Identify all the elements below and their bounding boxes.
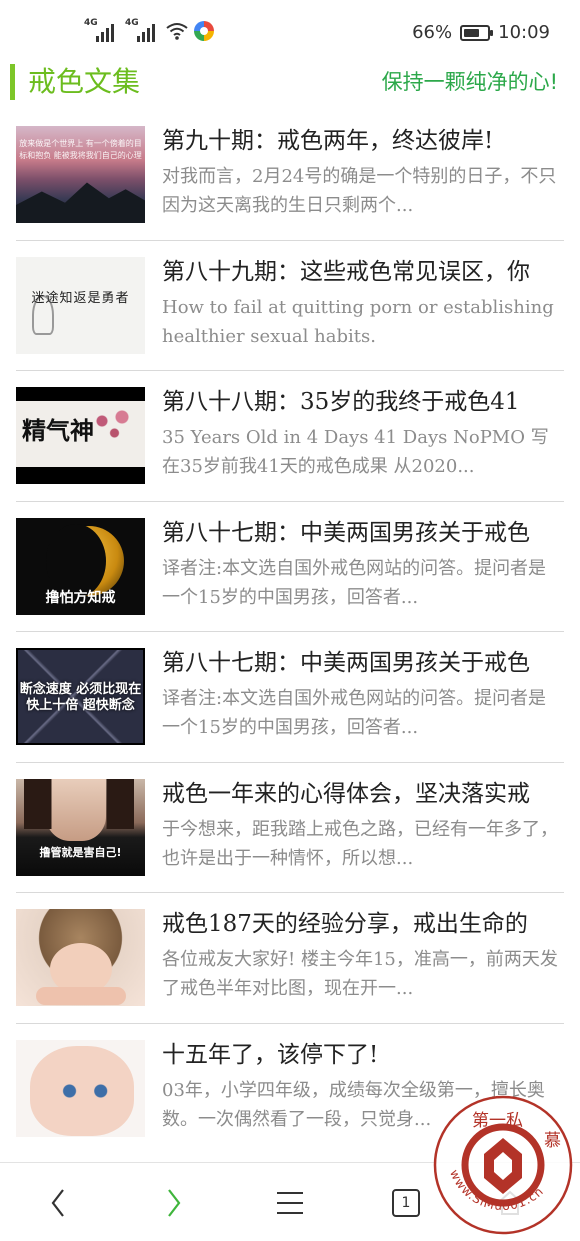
article-summary: 35 Years Old in 4 Days 41 Days NoPMO 写在3… (162, 427, 549, 477)
app-notification-icon (194, 21, 214, 41)
thumbnail-caption: 撸管就是害自己! (39, 845, 122, 859)
list-item[interactable]: 断念速度 必须比现在 快上十倍 超快断念 第八十七期：中美两国男孩关于戒色 译者… (16, 632, 564, 763)
article-title[interactable]: 第八十九期：这些戒色常见误区，你 (162, 255, 564, 289)
article-summary: 于今想来，距我踏上戒色之路，已经有一年多了，也许是出于一种情怀，所以想... (162, 818, 558, 869)
article-title[interactable]: 戒色一年来的心得体会，坚决落实戒 (162, 777, 564, 811)
header-accent-bar (10, 64, 15, 100)
article-thumbnail[interactable]: 精气神 (16, 387, 145, 484)
back-button[interactable] (18, 1163, 98, 1241)
status-bar: 4G 4G 66% 10:09 (0, 0, 580, 64)
tab-count-badge: 1 (392, 1188, 420, 1217)
status-left: 4G 4G (84, 18, 214, 42)
article-thumbnail[interactable]: 放来做是个世界上 有一个傍着的目标和抱负 能被我将我们自己的心理 (16, 126, 145, 223)
header-slogan: 保持一颗纯净的心! (381, 70, 558, 94)
thumbnail-caption: 断念速度 必须比现在 快上十倍 超快断念 (19, 682, 142, 713)
article-thumbnail[interactable]: 撸管就是害自己! (16, 778, 145, 876)
battery-percent: 66% (412, 22, 453, 43)
list-item[interactable]: 精气神 第八十八期：35岁的我终于戒色41 35 Years Old in 4 … (16, 371, 564, 502)
article-title[interactable]: 十五年了，该停下了! (162, 1038, 564, 1072)
thumbnail-caption: 迷途知返是勇者 (31, 290, 130, 306)
article-summary: How to fail at quitting porn or establis… (162, 296, 554, 347)
list-item[interactable]: 放来做是个世界上 有一个傍着的目标和抱负 能被我将我们自己的心理 第九十期：戒色… (16, 110, 564, 241)
watermark-seal: 第一私 慕 www.SiMuo01.cn (433, 1095, 573, 1235)
watermark-side-text: 慕 (544, 1131, 561, 1151)
article-thumbnail[interactable] (16, 1039, 145, 1137)
watermark-top-text: 第一私 (472, 1111, 523, 1131)
article-title[interactable]: 第八十八期：35岁的我终于戒色41 (162, 385, 564, 419)
network-type-label-2: 4G (125, 18, 139, 28)
article-summary: 对我而言，2月24号的确是一个特别的日子，不只因为这天离我的生日只剩两个... (162, 166, 557, 216)
page-title: 戒色文集 (28, 65, 141, 98)
clock: 10:09 (498, 22, 550, 43)
menu-icon (277, 1191, 303, 1214)
article-thumbnail[interactable] (16, 909, 145, 1006)
article-thumbnail[interactable]: 迷途知返是勇者 (16, 256, 145, 354)
thumbnail-caption: 精气神 (22, 416, 94, 445)
signal-icon: 4G (84, 18, 119, 42)
menu-button[interactable] (250, 1163, 330, 1241)
thumbnail-caption: 放来做是个世界上 有一个傍着的目标和抱负 能被我将我们自己的心理 (19, 139, 142, 160)
page-header: 戒色文集 保持一颗纯净的心! (0, 62, 580, 102)
list-item[interactable]: 撸怕方知戒 第八十七期：中美两国男孩关于戒色 译者注:本文选自国外戒色网站的问答… (16, 502, 564, 632)
list-item[interactable]: 撸管就是害自己! 戒色一年来的心得体会，坚决落实戒 于今想来，距我踏上戒色之路，… (16, 763, 564, 893)
article-summary: 各位戒友大家好! 楼主今年15，准高一，前两天发了戒色半年对比图，现在开一... (162, 949, 558, 999)
article-summary: 译者注:本文选自国外戒色网站的问答。提问者是一个15岁的中国男孩，回答者... (162, 557, 547, 608)
network-type-label: 4G (84, 18, 98, 28)
thumbnail-caption: 撸怕方知戒 (45, 589, 116, 606)
battery-icon (460, 24, 494, 41)
chevron-right-icon (168, 1188, 181, 1217)
status-right: 66% 10:09 (412, 22, 550, 43)
wifi-icon (166, 23, 188, 40)
list-item[interactable]: 戒色187天的经验分享，戒出生命的 各位戒友大家好! 楼主今年15，准高一，前两… (16, 893, 564, 1024)
article-title[interactable]: 第八十七期：中美两国男孩关于戒色 (162, 646, 564, 680)
forward-button[interactable] (134, 1163, 214, 1241)
article-thumbnail[interactable]: 撸怕方知戒 (16, 517, 145, 615)
chevron-left-icon (51, 1188, 64, 1217)
article-title[interactable]: 第九十期：戒色两年，终达彼岸! (162, 124, 564, 158)
article-list: 放来做是个世界上 有一个傍着的目标和抱负 能被我将我们自己的心理 第九十期：戒色… (16, 110, 564, 1154)
article-thumbnail[interactable]: 断念速度 必须比现在 快上十倍 超快断念 (16, 648, 145, 745)
article-title[interactable]: 戒色187天的经验分享，戒出生命的 (162, 907, 564, 941)
list-item[interactable]: 迷途知返是勇者 第八十九期：这些戒色常见误区，你 How to fail at … (16, 241, 564, 371)
article-title[interactable]: 第八十七期：中美两国男孩关于戒色 (162, 516, 564, 550)
article-summary: 译者注:本文选自国外戒色网站的问答。提问者是一个15岁的中国男孩，回答者... (162, 688, 547, 738)
signal-icon-2: 4G (125, 18, 160, 42)
